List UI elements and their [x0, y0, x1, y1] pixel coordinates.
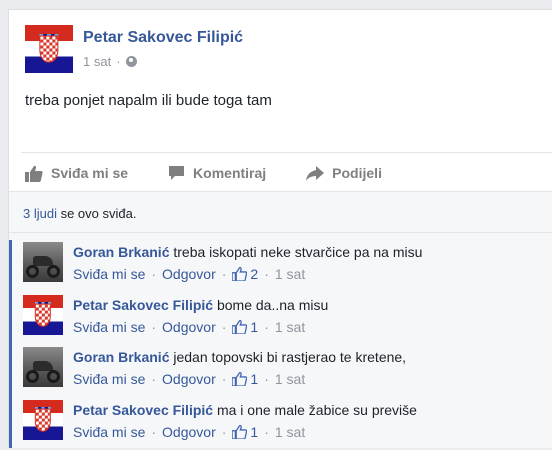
comment-meta: Sviđa mi se · Odgovor · 1 · 1 sat [73, 371, 305, 387]
meta-separator: · [264, 319, 269, 335]
likes-summary: 3 ljudi se ovo sviđa. [23, 206, 136, 221]
comment-body: treba iskopati neke stvarčice pa na misu [173, 244, 423, 260]
post-card: Petar Sakovec Filipić 1 sat · treba ponj… [8, 9, 552, 448]
comment-body: bome da..na misu [216, 297, 329, 313]
post-text: treba ponjet napalm ili bude toga tam [25, 92, 272, 109]
wheel [47, 370, 60, 383]
thumbs-up-icon [232, 425, 248, 439]
comment-meta: Sviđa mi se · Odgovor · 1 · 1 sat [73, 424, 305, 440]
comment-like-count[interactable]: 1 [232, 424, 258, 440]
meta-separator: · [221, 424, 227, 440]
meta-separator: · [221, 371, 227, 387]
comment-like-link[interactable]: Sviđa mi se [73, 371, 145, 387]
meta-separator: · [151, 424, 157, 440]
comment-like-link[interactable]: Sviđa mi se [73, 266, 145, 282]
comment-author[interactable]: Petar Sakovec Filipić [73, 402, 213, 418]
thumbs-up-icon [232, 320, 248, 334]
comment-meta: Sviđa mi se · Odgovor · 2 · 1 sat [73, 266, 305, 282]
meta-separator: · [116, 54, 121, 69]
comment-reply-link[interactable]: Odgovor [162, 371, 216, 387]
comment-author[interactable]: Goran Brkanić [73, 349, 169, 365]
comment-time[interactable]: 1 sat [275, 266, 305, 282]
feedback-section: 3 ljudi se ovo sviđa. Goran Brkanić treb… [9, 191, 552, 448]
post-time[interactable]: 1 sat [83, 54, 111, 69]
meta-separator: · [264, 371, 269, 387]
comment-time[interactable]: 1 sat [275, 371, 305, 387]
share-button[interactable]: Podijeli [306, 165, 382, 181]
likes-suffix: se ovo sviđa. [60, 206, 137, 221]
flag-shield [34, 408, 52, 432]
thumbs-up-icon [232, 372, 248, 386]
comment-meta: Sviđa mi se · Odgovor · 1 · 1 sat [73, 319, 305, 335]
comment-button[interactable]: Komentiraj [168, 165, 266, 181]
meta-separator: · [264, 424, 269, 440]
likes-count[interactable]: 3 ljudi [23, 206, 57, 221]
comment-like-count[interactable]: 1 [232, 319, 258, 335]
meta-separator: · [264, 266, 269, 282]
comment-like-count[interactable]: 2 [232, 266, 258, 282]
comment-time[interactable]: 1 sat [275, 424, 305, 440]
comment-text-line: Petar Sakovec Filipić ma i one male žabi… [73, 402, 417, 418]
meta-separator: · [221, 319, 227, 335]
comment-body: jedan topovski bi rastjerao te kretene, [173, 349, 407, 365]
comment-icon [169, 166, 185, 180]
wheel [26, 370, 39, 383]
comment-item: Goran Brkanić jedan topovski bi rastjera… [23, 347, 543, 397]
wheel [26, 265, 39, 278]
motorcycle-avatar[interactable] [23, 242, 63, 282]
motorcycle-avatar[interactable] [23, 347, 63, 387]
comment-reply-link[interactable]: Odgovor [162, 319, 216, 335]
comment-like-link[interactable]: Sviđa mi se [73, 424, 145, 440]
like-count-value: 1 [250, 319, 259, 335]
thumbs-up-icon [232, 267, 248, 281]
comment-like-count[interactable]: 1 [232, 371, 258, 387]
croatian-flag-avatar[interactable] [23, 400, 63, 440]
like-count-value: 1 [250, 371, 259, 387]
poster-name[interactable]: Petar Sakovec Filipić [83, 29, 243, 47]
share-arrow-icon [306, 165, 325, 181]
croatian-flag-avatar[interactable] [23, 295, 63, 335]
like-label: Sviđa mi se [51, 165, 129, 181]
meta-separator: · [221, 266, 227, 282]
share-label: Podijeli [332, 165, 382, 181]
poster-avatar[interactable] [25, 25, 73, 73]
action-bar: Sviđa mi se Komentiraj Podijeli [25, 160, 382, 186]
comment-item: Petar Sakovec Filipić ma i one male žabi… [23, 400, 543, 450]
meta-separator: · [151, 266, 157, 282]
comment-time[interactable]: 1 sat [275, 319, 305, 335]
comment-reply-link[interactable]: Odgovor [162, 266, 216, 282]
like-button[interactable]: Sviđa mi se [25, 165, 128, 182]
post-meta: 1 sat · [83, 54, 137, 69]
flag-shield [39, 35, 59, 63]
meta-separator: · [151, 371, 157, 387]
comment-item: Petar Sakovec Filipić bome da..na misu S… [23, 295, 543, 345]
comment-text-line: Goran Brkanić jedan topovski bi rastjera… [73, 349, 406, 365]
like-count-value: 1 [250, 424, 259, 440]
comment-label: Komentiraj [193, 165, 267, 181]
comment-reply-link[interactable]: Odgovor [162, 424, 216, 440]
divider [9, 232, 552, 233]
comments-accent-line [9, 240, 12, 448]
divider [21, 152, 552, 153]
flag-shield [34, 303, 52, 327]
comment-body: ma i one male žabice su previše [216, 402, 417, 418]
comment-author[interactable]: Petar Sakovec Filipić [73, 297, 213, 313]
globe-icon[interactable] [125, 56, 137, 67]
comment-author[interactable]: Goran Brkanić [73, 244, 169, 260]
thumbs-up-icon [25, 165, 43, 182]
meta-separator: · [151, 319, 157, 335]
comment-like-link[interactable]: Sviđa mi se [73, 319, 145, 335]
comment-text-line: Petar Sakovec Filipić bome da..na misu [73, 297, 328, 313]
like-count-value: 2 [250, 266, 259, 282]
comment-item: Goran Brkanić treba iskopati neke stvarč… [23, 242, 543, 292]
comment-text-line: Goran Brkanić treba iskopati neke stvarč… [73, 244, 422, 260]
wheel [47, 265, 60, 278]
